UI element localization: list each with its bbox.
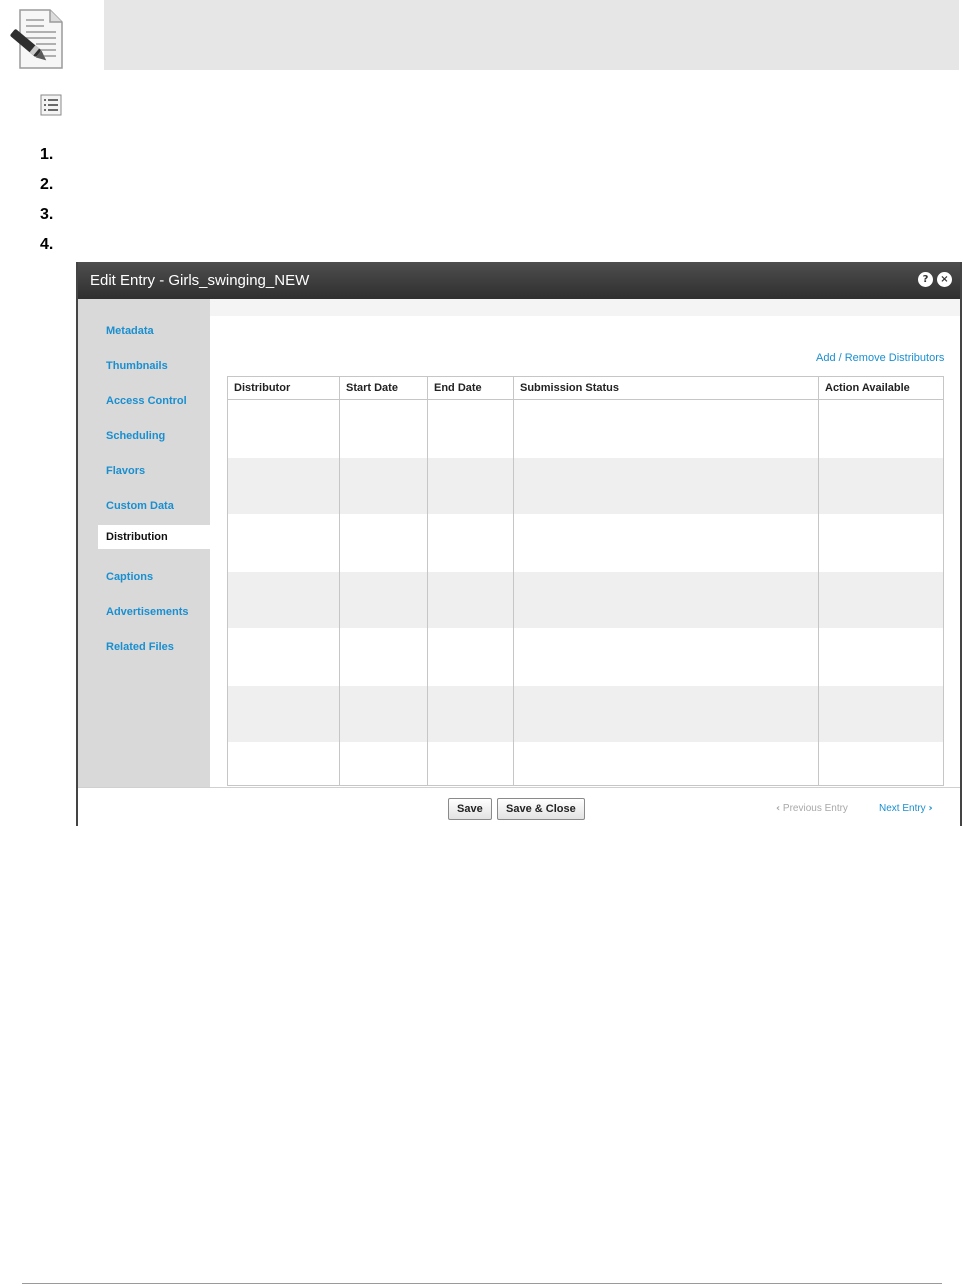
step-number: 4. [40, 236, 54, 253]
dialog-title: Edit Entry - Girls_swinging_NEW [90, 272, 310, 289]
sidebar-item-captions[interactable]: Captions [98, 565, 210, 589]
distribution-panel: Add / Remove Distributors Distributor St… [210, 299, 960, 787]
help-icon[interactable]: ? [918, 272, 933, 287]
column-divider [339, 377, 340, 785]
dialog-footer: Save Save & Close ‹ Previous Entry Next … [78, 787, 960, 826]
note-pen-icon [10, 9, 63, 69]
table-row[interactable] [228, 514, 943, 572]
sidebar-item-scheduling[interactable]: Scheduling [98, 424, 210, 448]
step-list: 1. 2. 3. 4. [40, 146, 53, 266]
column-header-distributor[interactable]: Distributor [228, 377, 340, 400]
sidebar-item-metadata[interactable]: Metadata [98, 319, 210, 343]
step-number: 2. [40, 176, 54, 193]
page-bottom-rule [22, 1283, 942, 1284]
list-icon [40, 94, 62, 116]
dialog-titlebar: Edit Entry - Girls_swinging_NEW ? × [78, 262, 960, 299]
column-header-submission-status[interactable]: Submission Status [514, 377, 819, 400]
column-divider [818, 377, 819, 785]
table-row[interactable] [228, 458, 943, 514]
sidebar-item-access-control[interactable]: Access Control [98, 389, 210, 413]
next-entry-link[interactable]: Next Entry › [879, 803, 933, 814]
distribution-table: Distributor Start Date End Date Submissi… [227, 376, 944, 786]
sidebar-item-flavors[interactable]: Flavors [98, 459, 210, 483]
edit-entry-dialog: Edit Entry - Girls_swinging_NEW ? × Meta… [76, 262, 962, 826]
sidebar-item-distribution[interactable]: Distribution [98, 525, 210, 549]
column-header-action-available[interactable]: Action Available [819, 377, 943, 400]
sidebar-item-thumbnails[interactable]: Thumbnails [98, 354, 210, 378]
table-row[interactable] [228, 742, 943, 786]
add-remove-distributors-link[interactable]: Add / Remove Distributors [816, 352, 944, 364]
previous-entry-link[interactable]: ‹ Previous Entry [776, 803, 848, 814]
save-close-button[interactable]: Save & Close [497, 798, 585, 820]
distribution-content: Add / Remove Distributors Distributor St… [210, 316, 960, 787]
table-row[interactable] [228, 401, 943, 458]
column-divider [513, 377, 514, 785]
save-button[interactable]: Save [448, 798, 492, 820]
note-box [104, 0, 959, 70]
close-icon[interactable]: × [937, 272, 952, 287]
chevron-left-icon: ‹ [776, 803, 781, 814]
column-header-end-date[interactable]: End Date [428, 377, 514, 400]
step-number: 1. [40, 146, 54, 163]
sidebar-item-advertisements[interactable]: Advertisements [98, 600, 210, 624]
column-header-start-date[interactable]: Start Date [340, 377, 428, 400]
table-row[interactable] [228, 628, 943, 686]
sidebar-item-related-files[interactable]: Related Files [98, 635, 210, 659]
step-number: 3. [40, 206, 54, 223]
table-row[interactable] [228, 572, 943, 628]
column-divider [427, 377, 428, 785]
next-entry-label: Next Entry [879, 803, 926, 814]
previous-entry-label: Previous Entry [782, 803, 848, 814]
table-header: Distributor Start Date End Date Submissi… [228, 377, 943, 400]
chevron-right-icon: › [928, 803, 933, 814]
sidebar-item-custom-data[interactable]: Custom Data [98, 494, 210, 518]
table-row[interactable] [228, 686, 943, 742]
entry-sidebar: Metadata Thumbnails Access Control Sched… [78, 299, 210, 787]
